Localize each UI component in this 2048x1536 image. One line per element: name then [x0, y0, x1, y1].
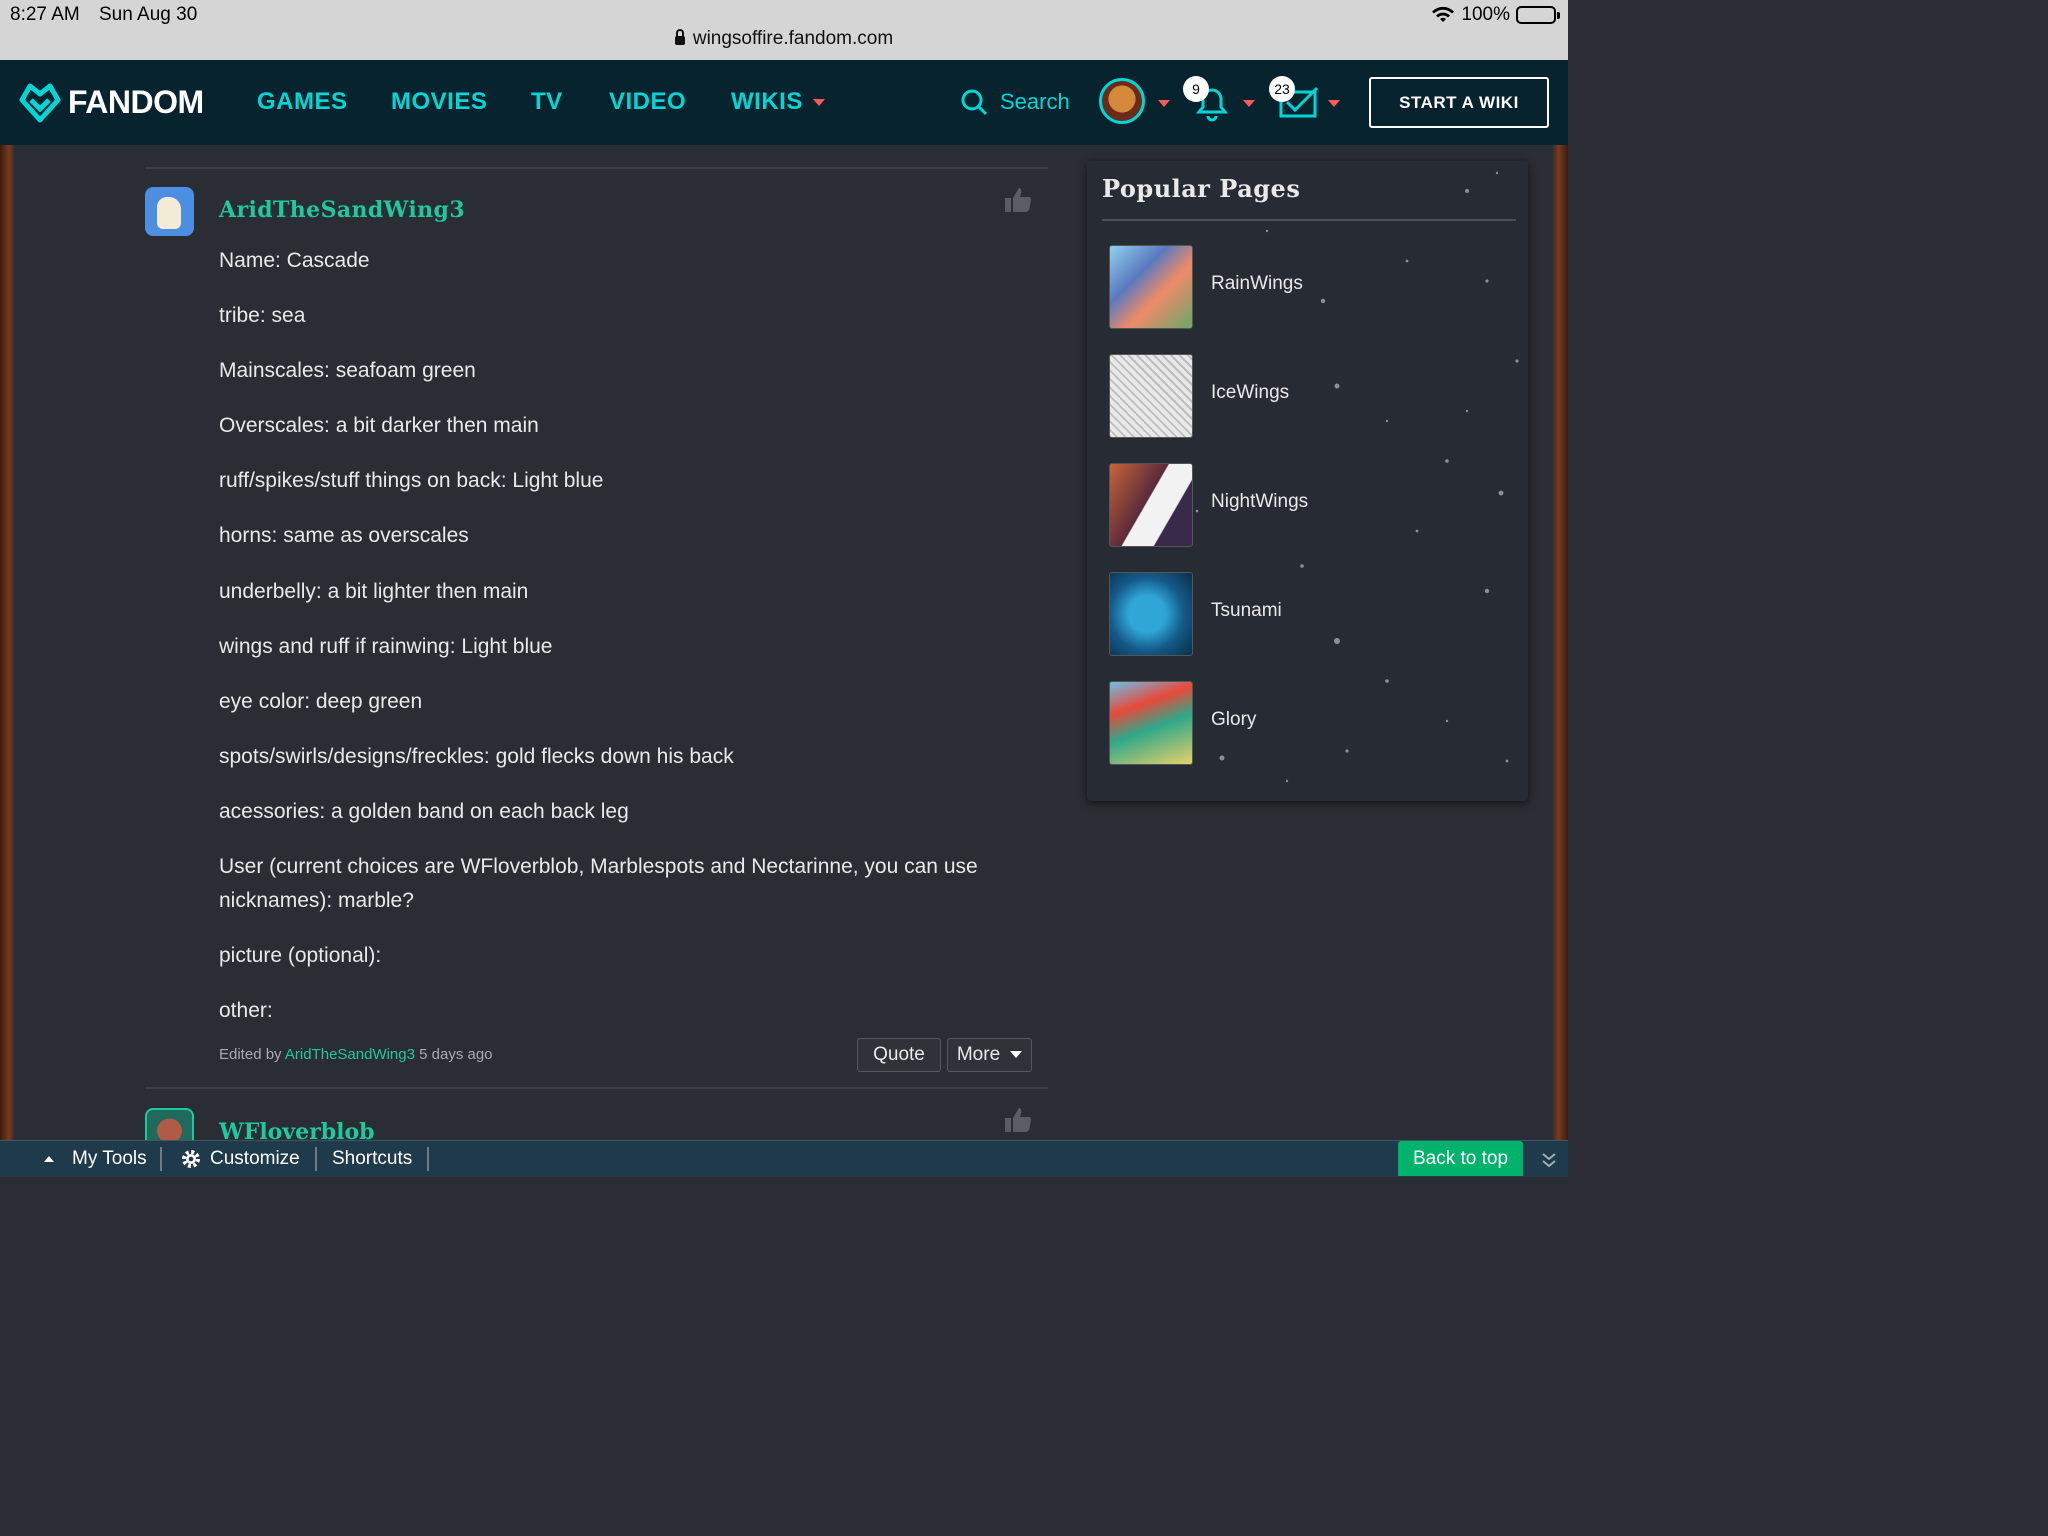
- comment-line: horns: same as overscales: [219, 524, 469, 547]
- search-icon: [961, 89, 988, 116]
- comment-line: User (current choices are WFloverblob, M…: [219, 855, 978, 878]
- comment-line: other:: [219, 999, 273, 1022]
- like-thumb-icon[interactable]: [1003, 1106, 1033, 1134]
- fandom-wordmark: FANDOM: [68, 83, 204, 120]
- comment-divider: [145, 167, 1048, 169]
- caret-up-icon: [44, 1156, 54, 1162]
- quote-button[interactable]: Quote: [857, 1038, 941, 1072]
- user-avatar[interactable]: [1099, 78, 1145, 124]
- messages-button[interactable]: 23: [1269, 76, 1319, 123]
- comment-line: underbelly: a bit lighter then main: [219, 580, 529, 603]
- my-tools-button[interactable]: My Tools: [44, 1148, 147, 1170]
- fandom-heart-icon: [19, 83, 61, 123]
- nav-wikis[interactable]: WIKIS: [731, 88, 825, 116]
- back-to-top-button[interactable]: Back to top: [1398, 1141, 1523, 1176]
- comment-line: wings and ruff if rainwing: Light blue: [219, 635, 553, 658]
- edited-prefix: Edited by: [219, 1046, 282, 1063]
- popular-page-item[interactable]: IceWings: [1109, 354, 1509, 438]
- chevron-down-icon: [812, 99, 825, 107]
- url-domain: wingsoffire.fandom.com: [692, 28, 894, 49]
- notifications-badge: 9: [1183, 76, 1209, 102]
- customize-label: Customize: [210, 1148, 300, 1169]
- more-button-label: More: [956, 1044, 1001, 1065]
- popular-page-thumbnail: [1109, 354, 1193, 438]
- nav-tv[interactable]: TV: [531, 88, 563, 116]
- status-right: 100%: [1431, 4, 1560, 26]
- comment-line: Overscales: a bit darker then main: [219, 414, 539, 437]
- user-menu-chevron-icon[interactable]: [1158, 100, 1170, 107]
- popular-pages-panel: Popular Pages RainWings IceWings NightWi…: [1087, 161, 1528, 801]
- status-bar: 8:27 AM Sun Aug 30 100% wingsoffire.fand…: [0, 0, 1568, 60]
- page-frame-left: [0, 145, 15, 1145]
- comment-divider: [145, 1087, 1048, 1089]
- toolbar-separator: [427, 1147, 429, 1171]
- gear-icon: [182, 1150, 200, 1168]
- messages-badge: 23: [1269, 76, 1295, 102]
- comment-line: eye color: deep green: [219, 690, 423, 713]
- chevron-down-icon: [1010, 1051, 1023, 1059]
- comment-line: acessories: a golden band on each back l…: [219, 800, 629, 823]
- battery-percent: 100%: [1461, 4, 1510, 25]
- edited-by-link[interactable]: AridTheSandWing3: [285, 1046, 415, 1063]
- nav-movies[interactable]: MOVIES: [391, 88, 487, 116]
- wifi-icon: [1432, 6, 1455, 22]
- comment-avatar[interactable]: [145, 187, 194, 236]
- more-button[interactable]: More: [947, 1038, 1032, 1072]
- popular-pages-title: Popular Pages: [1102, 174, 1301, 203]
- url-bar[interactable]: wingsoffire.fandom.com: [0, 28, 1568, 50]
- customize-button[interactable]: Customize: [180, 1148, 300, 1170]
- popular-page-label: NightWings: [1211, 491, 1309, 512]
- search-label: Search: [1000, 89, 1070, 114]
- comment-line: Mainscales: seafoam green: [219, 359, 476, 382]
- like-thumb-icon[interactable]: [1003, 186, 1033, 214]
- comment-line: ruff/spikes/stuff things on back: Light …: [219, 469, 604, 492]
- popular-page-item[interactable]: RainWings: [1109, 245, 1509, 329]
- bottom-toolbar: My Tools Customize Shortcuts: [0, 1140, 1568, 1177]
- toolbar-separator: [160, 1147, 162, 1171]
- edited-note: Edited by AridTheSandWing3 5 days ago: [219, 1046, 493, 1063]
- my-tools-label: My Tools: [72, 1148, 147, 1169]
- status-time: 8:27 AM: [10, 4, 80, 25]
- battery-icon: [1516, 6, 1560, 24]
- comment-line: Name: Cascade: [219, 249, 370, 272]
- popular-page-item[interactable]: Tsunami: [1109, 572, 1509, 656]
- popular-page-thumbnail: [1109, 245, 1193, 329]
- search-button[interactable]: Search: [960, 88, 1070, 116]
- popular-page-label: Tsunami: [1211, 600, 1282, 621]
- popular-page-thumbnail: [1109, 572, 1193, 656]
- panel-divider: [1102, 219, 1516, 221]
- notifications-button[interactable]: 9: [1183, 76, 1229, 127]
- fandom-logo[interactable]: FANDOM: [18, 80, 204, 124]
- nav-wikis-label: WIKIS: [731, 88, 803, 115]
- popular-page-label: RainWings: [1211, 273, 1303, 294]
- popular-page-thumbnail: [1109, 681, 1193, 765]
- comment-author[interactable]: AridTheSandWing3: [219, 197, 465, 223]
- double-chevron-down-icon[interactable]: [1541, 1151, 1557, 1169]
- popular-page-label: IceWings: [1211, 382, 1290, 403]
- edited-time: 5 days ago: [419, 1046, 493, 1063]
- shortcuts-button[interactable]: Shortcuts: [332, 1148, 412, 1170]
- shortcuts-label: Shortcuts: [332, 1148, 413, 1169]
- popular-page-item[interactable]: NightWings: [1109, 463, 1509, 547]
- notifications-chevron-icon[interactable]: [1243, 100, 1255, 107]
- page-frame-right: [1552, 145, 1568, 1145]
- comment-line: tribe: sea: [219, 304, 306, 327]
- start-wiki-button[interactable]: START A WIKI: [1369, 77, 1549, 128]
- toolbar-separator: [315, 1147, 317, 1171]
- popular-page-item[interactable]: Glory: [1109, 681, 1509, 765]
- nav-video[interactable]: VIDEO: [609, 88, 686, 116]
- global-nav: FANDOM GAMES MOVIES TV VIDEO WIKIS Searc…: [0, 60, 1568, 145]
- popular-page-label: Glory: [1211, 709, 1257, 730]
- comment-line: nicknames): marble?: [219, 889, 414, 912]
- comment-line: spots/swirls/designs/freckles: gold flec…: [219, 745, 734, 768]
- popular-page-thumbnail: [1109, 463, 1193, 547]
- comment-line: picture (optional):: [219, 944, 382, 967]
- nav-games[interactable]: GAMES: [257, 88, 348, 116]
- messages-chevron-icon[interactable]: [1328, 100, 1340, 107]
- lock-icon: [674, 29, 685, 45]
- status-date: Sun Aug 30: [99, 4, 198, 25]
